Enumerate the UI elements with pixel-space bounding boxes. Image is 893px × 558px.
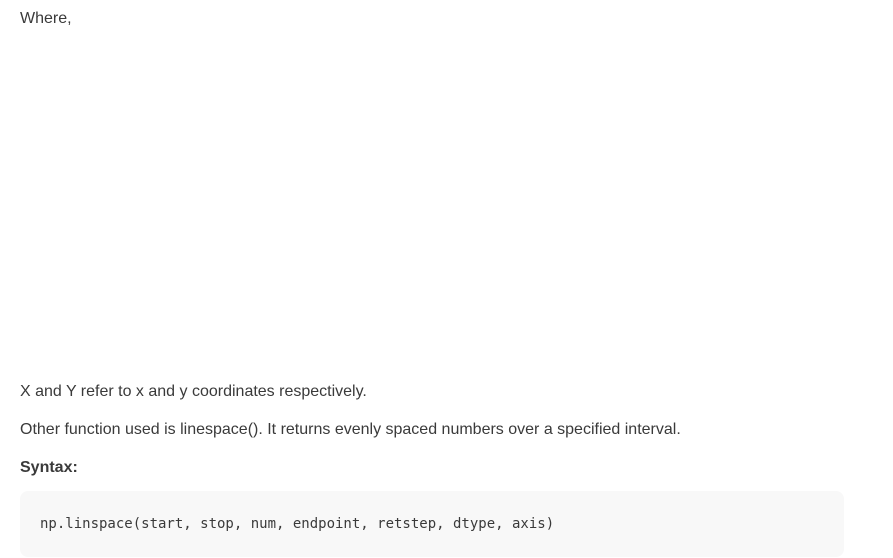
code-snippet: np.linspace(start, stop, num, endpoint, … (40, 516, 555, 532)
code-block: np.linspace(start, stop, num, endpoint, … (20, 491, 844, 557)
where-label: Where, (20, 10, 72, 27)
paragraph-xy-coordinates: X and Y refer to x and y coordinates res… (20, 383, 367, 400)
image-placeholder (20, 40, 844, 370)
paragraph-linespace: Other function used is linespace(). It r… (20, 421, 681, 438)
syntax-heading: Syntax: (20, 459, 78, 476)
